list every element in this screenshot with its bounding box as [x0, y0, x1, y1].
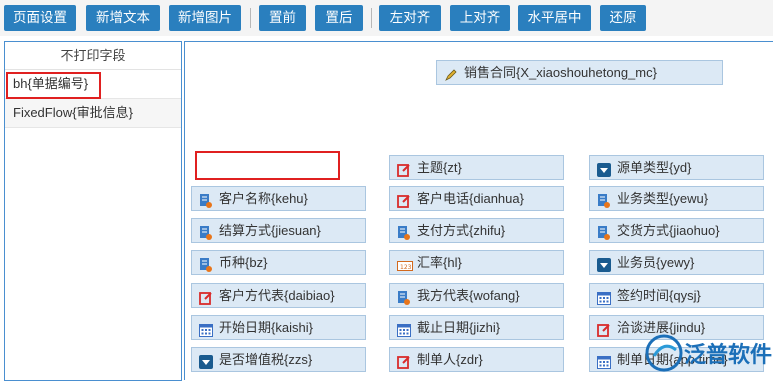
canvas-field[interactable]: 我方代表{wofang} — [389, 283, 564, 308]
toolbar-divider — [250, 8, 251, 28]
pencil-icon — [444, 66, 458, 81]
align-left-button[interactable]: 左对齐 — [379, 5, 441, 31]
edit-icon — [597, 321, 611, 337]
calendar-icon — [397, 321, 411, 337]
field-label: 交货方式{jiaohuo} — [617, 223, 720, 238]
canvas-field[interactable]: 结算方式{jiesuan} — [191, 218, 366, 243]
doc-icon — [597, 224, 611, 240]
canvas-field[interactable]: 客户名称{kehu} — [191, 186, 366, 211]
canvas-field[interactable]: 制单人{zdr} — [389, 347, 564, 372]
field-label: 币种{bz} — [219, 255, 268, 270]
add-text-button[interactable]: 新增文本 — [86, 5, 160, 31]
canvas-field[interactable]: 客户方代表{daibiao} — [191, 283, 366, 308]
canvas-field[interactable]: 币种{bz} — [191, 250, 366, 275]
canvas-field[interactable]: 支付方式{zhifu} — [389, 218, 564, 243]
add-image-button[interactable]: 新增图片 — [169, 5, 241, 31]
field-label: 开始日期{kaishi} — [219, 320, 313, 335]
doc-icon — [199, 256, 213, 272]
svg-text:泛普软件: 泛普软件 — [684, 342, 772, 368]
doc-icon — [199, 192, 213, 208]
svg-text:123: 123 — [400, 264, 412, 271]
align-top-button[interactable]: 上对齐 — [450, 5, 510, 31]
doc-icon — [199, 224, 213, 240]
center-horizontal-button[interactable]: 水平居中 — [518, 5, 591, 31]
field-label: 签约时间{qysj} — [617, 288, 701, 303]
canvas-field[interactable]: 签约时间{qysj} — [589, 283, 764, 308]
send-back-button[interactable]: 置后 — [315, 5, 363, 31]
canvas-field[interactable]: 交货方式{jiaohuo} — [589, 218, 764, 243]
restore-button[interactable]: 还原 — [600, 5, 646, 31]
field-label: 截止日期{jizhi} — [417, 320, 501, 335]
page-setup-button[interactable]: 页面设置 — [4, 5, 76, 31]
canvas-field[interactable]: 业务员{yewy} — [589, 250, 764, 275]
field-label: 业务员{yewy} — [617, 255, 695, 270]
field-label: 汇率{hl} — [417, 255, 462, 270]
empty-field-slot[interactable] — [195, 151, 340, 180]
canvas-field[interactable]: 是否增值税{zzs} — [191, 347, 366, 372]
field-label: 支付方式{zhifu} — [417, 223, 506, 238]
field-label: 源单类型{yd} — [617, 160, 692, 175]
edit-icon — [397, 161, 411, 177]
number-icon: 123 — [397, 256, 413, 271]
field-label: 我方代表{wofang} — [417, 288, 520, 303]
edit-icon — [199, 289, 213, 305]
canvas-field[interactable]: 业务类型{yewu} — [589, 186, 764, 211]
dropdown-icon — [199, 353, 213, 369]
canvas-field[interactable]: 截止日期{jizhi} — [389, 315, 564, 340]
calendar-icon — [199, 321, 213, 337]
calendar-icon — [597, 353, 611, 369]
field-item-fixedflow[interactable]: FixedFlow{审批信息} — [5, 99, 181, 128]
toolbar: 页面设置 新增文本 新增图片 置前 置后 左对齐 上对齐 水平居中 还原 — [0, 0, 773, 36]
field-label: 客户名称{kehu} — [219, 191, 308, 206]
title-field[interactable]: 销售合同{X_xiaoshouhetong_mc} — [436, 60, 723, 85]
canvas-field[interactable]: 主题{zt} — [389, 155, 564, 180]
calendar-icon — [597, 289, 611, 305]
doc-icon — [597, 192, 611, 208]
dropdown-icon — [597, 256, 611, 272]
field-label: 制单人{zdr} — [417, 352, 483, 367]
field-label: 是否增值税{zzs} — [219, 352, 313, 367]
field-label: 主题{zt} — [417, 160, 462, 175]
doc-icon — [397, 289, 411, 305]
edit-icon — [397, 192, 411, 208]
doc-icon — [397, 224, 411, 240]
field-label: 客户电话{dianhua} — [417, 191, 524, 206]
toolbar-divider — [371, 8, 372, 28]
canvas-field[interactable]: 开始日期{kaishi} — [191, 315, 366, 340]
highlight-box — [6, 72, 101, 99]
canvas-field[interactable]: 123 汇率{hl} — [389, 250, 564, 275]
bring-front-button[interactable]: 置前 — [259, 5, 306, 31]
field-label: 客户方代表{daibiao} — [219, 288, 335, 303]
field-label: 业务类型{yewu} — [617, 191, 709, 206]
watermark-logo: 泛普软件 — [640, 332, 773, 379]
panel-title: 不打印字段 — [5, 42, 181, 70]
canvas-field[interactable]: 客户电话{dianhua} — [389, 186, 564, 211]
field-label: 销售合同{X_xiaoshouhetong_mc} — [464, 65, 657, 80]
field-label: 结算方式{jiesuan} — [219, 223, 321, 238]
edit-icon — [397, 353, 411, 369]
dropdown-icon — [597, 161, 611, 177]
canvas-field[interactable]: 源单类型{yd} — [589, 155, 764, 180]
